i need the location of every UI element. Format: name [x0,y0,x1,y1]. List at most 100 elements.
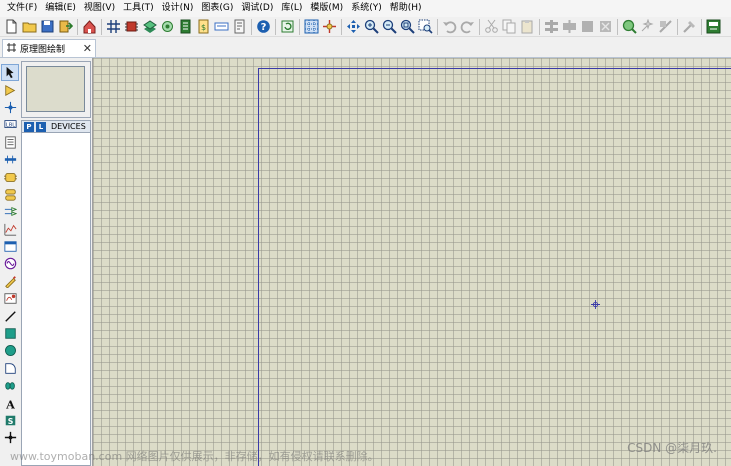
toolbar-separator [251,18,252,35]
menu-item[interactable]: 文件(F) [3,0,41,17]
watermark-author: CSDN @柒月玖. [627,441,717,455]
menu-item[interactable]: 工具(T) [119,0,158,17]
svg-text:A: A [5,397,15,410]
3d-view-icon[interactable] [141,18,158,35]
schematic-tab-icon [6,42,17,56]
pan-icon[interactable] [345,18,362,35]
tab-label: 原理图绘制 [20,45,66,55]
toolbar-separator [341,18,342,35]
make-device-icon[interactable] [639,18,656,35]
menu-item[interactable]: 调试(D) [237,0,277,17]
pick-devices-button[interactable]: P [24,121,34,132]
circle-icon[interactable] [1,342,19,359]
svg-text:$: $ [201,23,206,32]
open-folder-icon[interactable] [21,18,38,35]
menu-item[interactable]: 库(L) [277,0,306,17]
box-icon[interactable] [1,325,19,342]
selection-mode-icon[interactable] [1,64,19,82]
toolbar-separator [299,18,300,35]
line-icon[interactable] [1,307,19,324]
graph-icon[interactable] [1,221,19,238]
devices-title: DEVICES [51,122,86,131]
menu-item[interactable]: 视图(V) [80,0,119,17]
main-toolbar: $? [0,17,731,37]
devices-list[interactable] [21,133,91,466]
component-mode-icon[interactable] [1,81,19,98]
block-rotate-icon[interactable] [579,18,596,35]
notes-icon[interactable]: $ [195,18,212,35]
wire-autorouter-icon[interactable] [705,18,722,35]
subcircuit-icon[interactable] [1,168,19,185]
library-manager-button[interactable]: L [36,121,46,132]
redo-icon[interactable] [459,18,476,35]
svg-text:?: ? [261,22,267,33]
help-icon[interactable]: ? [255,18,272,35]
wire-label-icon[interactable]: LBL [1,116,19,133]
virtual-instruments-icon[interactable] [1,290,19,307]
menu-item[interactable]: 设计(N) [158,0,198,17]
mode-toolstrip: LBL A S [0,64,20,466]
zoom-area-icon[interactable] [417,18,434,35]
arc-icon[interactable] [1,360,19,377]
bom-icon[interactable] [177,18,194,35]
toolbar-separator [701,18,702,35]
cut-icon[interactable] [483,18,500,35]
copy-icon[interactable] [501,18,518,35]
close-icon[interactable]: ✕ [83,43,92,54]
watermark-site: www.toymoban.com 网络图片仅供展示，非存储，如有侵权请联系删除。 [10,450,379,463]
bill-icon[interactable] [213,18,230,35]
toolbar-separator [77,18,78,35]
terminals-icon[interactable] [1,186,19,203]
menu-item[interactable]: 帮助(H) [386,0,426,17]
save-icon[interactable] [39,18,56,35]
marker-icon[interactable] [1,429,19,446]
schematic-icon[interactable] [105,18,122,35]
voltage-probe-icon[interactable] [1,273,19,290]
menu-item[interactable]: 图表(G) [197,0,237,17]
zoom-all-icon[interactable] [399,18,416,35]
menu-bar: 文件(F) 编辑(E) 视图(V) 工具(T) 设计(N) 图表(G) 调试(D) 库(L) 模… [0,0,731,17]
symbol-icon[interactable]: S [1,412,19,429]
gerber-icon[interactable] [159,18,176,35]
buses-icon[interactable] [1,151,19,168]
device-pins-icon[interactable] [1,203,19,220]
menu-item[interactable]: 系统(Y) [347,0,386,17]
home-icon[interactable] [81,18,98,35]
undo-icon[interactable] [441,18,458,35]
import-icon[interactable] [57,18,74,35]
zoom-in-icon[interactable] [363,18,380,35]
tape-recorder-icon[interactable] [1,238,19,255]
new-file-icon[interactable] [3,18,20,35]
toolbar-separator [101,18,102,35]
block-move-icon[interactable] [561,18,578,35]
sheet-border [258,68,731,466]
toolbar-separator [677,18,678,35]
block-copy-icon[interactable] [543,18,560,35]
paste-icon[interactable] [519,18,536,35]
junction-dot-icon[interactable] [1,99,19,116]
tab-schematic-capture[interactable]: 原理图绘制 ✕ [2,39,96,57]
generator-icon[interactable] [1,255,19,272]
project-notes-icon[interactable] [231,18,248,35]
origin-marker-icon [591,300,600,309]
chip-icon[interactable] [123,18,140,35]
toolbar-separator [617,18,618,35]
decompose-icon[interactable] [681,18,698,35]
packaging-icon[interactable] [657,18,674,35]
text-script-icon[interactable] [1,134,19,151]
block-delete-icon[interactable] [597,18,614,35]
menu-item[interactable]: 编辑(E) [41,0,80,17]
svg-text:LBL: LBL [5,123,14,129]
closed-path-icon[interactable] [1,377,19,394]
grid-icon[interactable] [303,18,320,35]
text-icon[interactable]: A [1,394,19,411]
menu-item[interactable]: 模版(M) [306,0,347,17]
overview-panel[interactable] [21,61,91,118]
zoom-out-icon[interactable] [381,18,398,35]
overview-sheet [26,66,85,112]
refresh-icon[interactable] [279,18,296,35]
schematic-canvas[interactable]: CSDN @柒月玖. [92,58,731,466]
pick-device-icon[interactable] [621,18,638,35]
tab-bar: 原理图绘制 ✕ [0,38,731,58]
origin-icon[interactable] [321,18,338,35]
